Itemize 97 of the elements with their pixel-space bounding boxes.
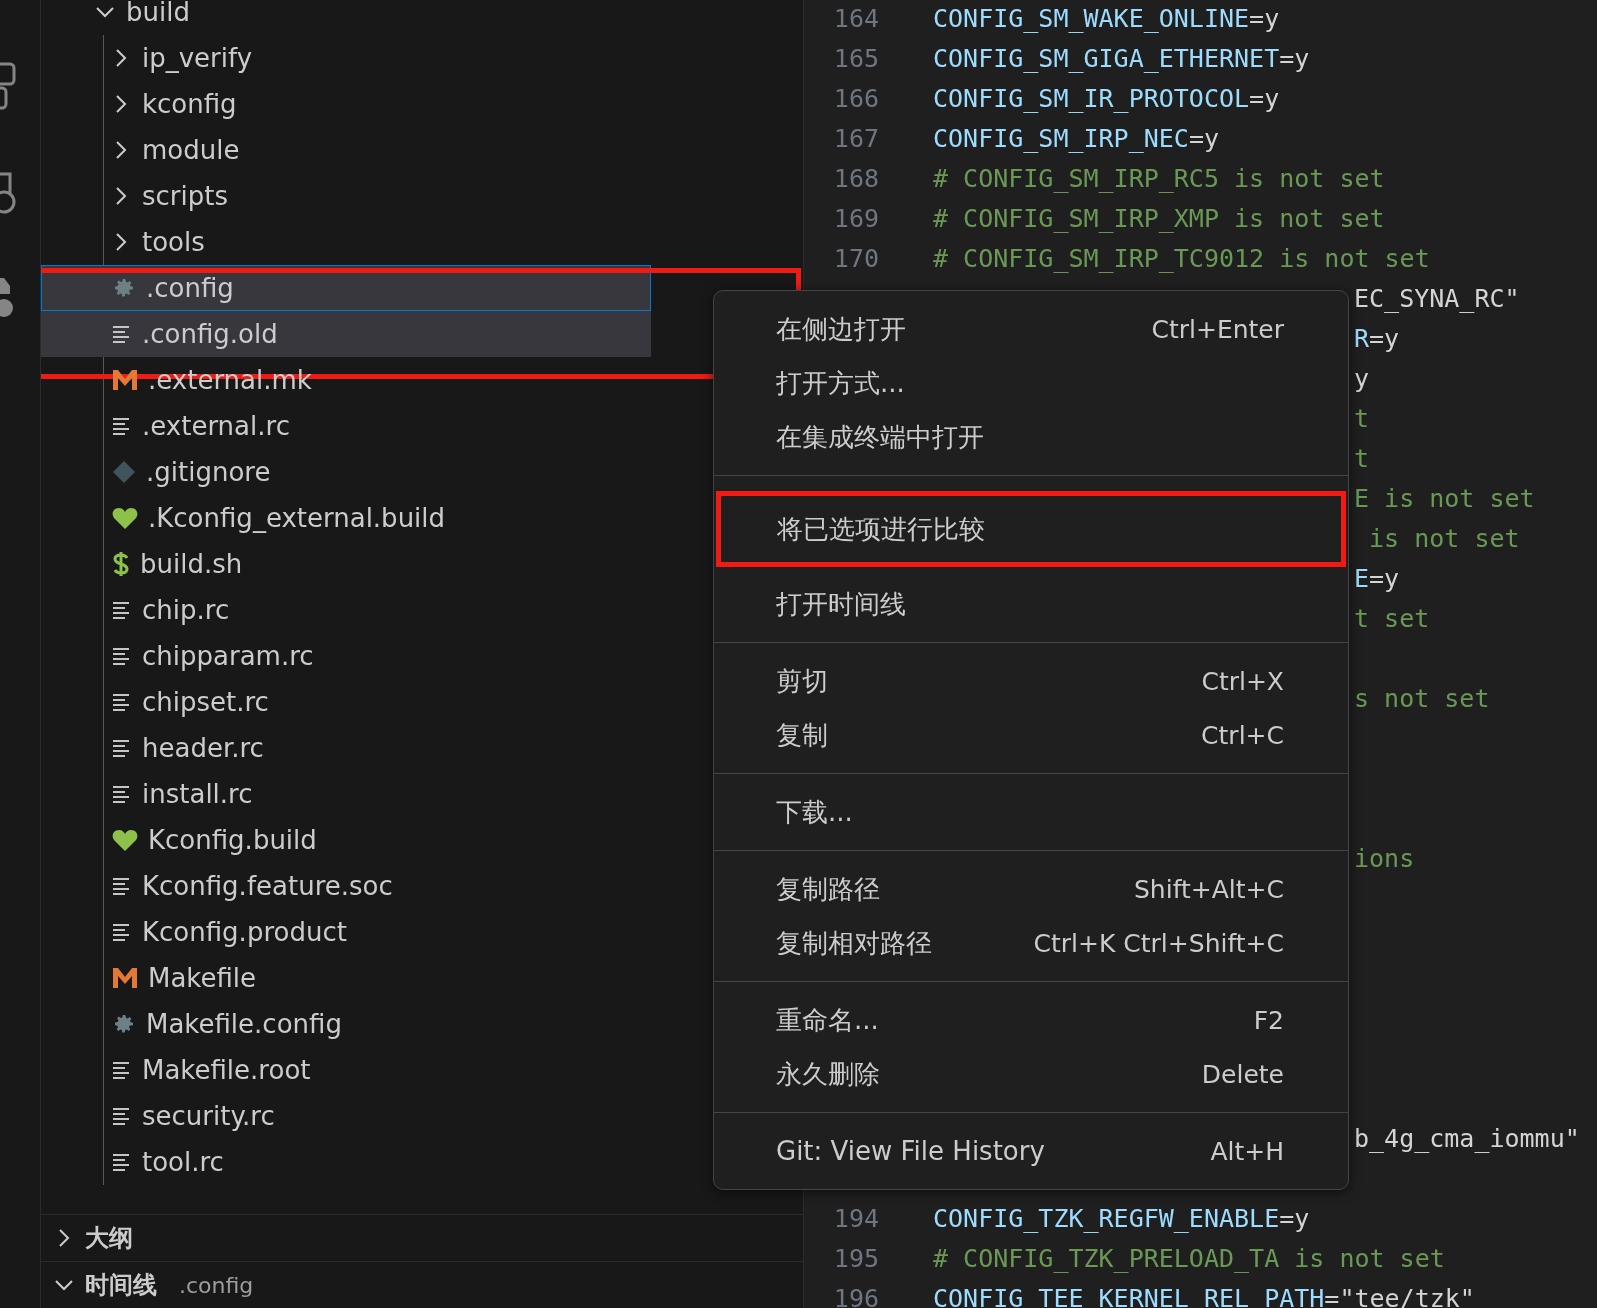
line-number: 195 xyxy=(832,1243,879,1273)
menu-item[interactable]: 在集成终端中打开 xyxy=(714,410,1348,464)
tree-item[interactable]: scripts xyxy=(41,173,651,219)
tree-item[interactable]: chip.rc xyxy=(41,587,651,633)
lines-icon xyxy=(112,1106,132,1126)
tree-item[interactable]: ip_verify xyxy=(41,35,651,81)
tree-item[interactable]: install.rc xyxy=(41,771,651,817)
code-line: # CONFIG_SM_IRP_XMP is not set xyxy=(933,203,1385,233)
tree-item[interactable]: tool.rc xyxy=(41,1139,651,1185)
tree-item[interactable]: chipparam.rc xyxy=(41,633,651,679)
tree-item[interactable]: .gitignore xyxy=(41,449,651,495)
lines-icon xyxy=(112,416,132,436)
tree-item[interactable]: Makefile.config xyxy=(41,1001,651,1047)
tree-item[interactable]: .Kconfig_external.build xyxy=(41,495,651,541)
heart-icon xyxy=(112,506,138,530)
panel-title: 大纲 xyxy=(85,1223,133,1254)
panel-description: .config xyxy=(179,1272,254,1298)
line-number: 168 xyxy=(832,163,879,193)
code-line: y xyxy=(1354,363,1370,393)
tree-item[interactable]: Makefile.root xyxy=(41,1047,651,1093)
line-number: 194 xyxy=(832,1203,879,1233)
m-letter-icon xyxy=(112,966,138,990)
tree-item[interactable]: module xyxy=(41,127,651,173)
code-line: CONFIG_SM_IR_PROTOCOL=y xyxy=(933,83,1280,113)
tree-item[interactable]: .config xyxy=(41,265,651,311)
files-icon[interactable] xyxy=(0,62,16,112)
lines-icon xyxy=(112,1152,132,1172)
code-line: R=y xyxy=(1354,323,1400,353)
heart-icon xyxy=(112,828,138,852)
code-line: CONFIG_SM_WAKE_ONLINE=y xyxy=(933,3,1280,33)
tree-item[interactable]: kconfig xyxy=(41,81,651,127)
code-line: b_4g_cma_iommu" xyxy=(1354,1123,1580,1153)
lines-icon xyxy=(112,922,132,942)
lines-icon xyxy=(112,1060,132,1080)
panel-header[interactable]: 大纲 xyxy=(41,1214,803,1261)
menu-item[interactable]: 下载... xyxy=(714,785,1348,839)
menu-item[interactable]: 复制路径 Shift+Alt+C xyxy=(714,862,1348,916)
menu-item[interactable]: 打开时间线 xyxy=(714,577,1348,631)
code-line: # CONFIG_SM_IRP_RC5 is not set xyxy=(933,163,1385,193)
menu-item[interactable]: 复制 Ctrl+C xyxy=(714,708,1348,762)
code-line: t set xyxy=(1354,603,1430,633)
tree-item[interactable]: Kconfig.product xyxy=(41,909,651,955)
code-line: E=y xyxy=(1354,563,1400,593)
code-line: CONFIG TEE KERNEL REL PATH="tee/tzk" xyxy=(933,1283,1475,1308)
code-line: EC_SYNA_RC" xyxy=(1354,283,1520,313)
tree-item[interactable]: build.sh xyxy=(41,541,651,587)
tree-item[interactable]: .config.old xyxy=(41,311,651,357)
gear-icon xyxy=(112,276,136,300)
lines-icon xyxy=(112,324,132,344)
dollar-icon xyxy=(112,551,130,577)
remote-icon[interactable] xyxy=(0,172,16,216)
code-line: # CONFIG_SM_IRP_TC9012 is not set xyxy=(933,243,1430,273)
tree-item[interactable]: Kconfig.feature.soc xyxy=(41,863,651,909)
code-line: t xyxy=(1354,443,1370,473)
lines-icon xyxy=(112,600,132,620)
lines-icon xyxy=(112,646,132,666)
code-line: # CONFIG_TZK_PRELOAD_TA is not set xyxy=(933,1243,1445,1273)
code-line: E is not set xyxy=(1354,483,1535,513)
diamond-icon xyxy=(112,460,136,484)
tree-item[interactable]: build xyxy=(41,0,714,35)
code-line: s not set xyxy=(1354,683,1490,713)
tree-item[interactable]: Kconfig.build xyxy=(41,817,651,863)
lines-icon xyxy=(112,876,132,896)
menu-item[interactable]: 复制相对路径 Ctrl+K Ctrl+Shift+C xyxy=(714,916,1348,970)
lines-icon xyxy=(112,738,132,758)
line-number: 169 xyxy=(832,203,879,233)
line-number: 196 xyxy=(832,1283,879,1308)
tree-item[interactable]: tools xyxy=(41,219,651,265)
lines-icon xyxy=(112,692,132,712)
menu-item[interactable]: 永久删除 Delete xyxy=(714,1047,1348,1101)
lines-icon xyxy=(112,784,132,804)
tree-item[interactable]: security.rc xyxy=(41,1093,651,1139)
line-number: 165 xyxy=(832,43,879,73)
code-line: CONFIG_SM_IRP_NEC=y xyxy=(933,123,1219,153)
panel-title: 时间线 xyxy=(85,1270,157,1301)
gear-icon xyxy=(112,1012,136,1036)
tree-item[interactable]: chipset.rc xyxy=(41,679,651,725)
m-letter-icon xyxy=(112,368,138,392)
tree-item[interactable]: header.rc xyxy=(41,725,651,771)
panel-header[interactable]: 时间线 .config xyxy=(41,1261,803,1308)
menu-item[interactable]: 打开方式... xyxy=(714,356,1348,410)
code-line: CONFIG_SM_GIGA_ETHERNET=y xyxy=(933,43,1310,73)
line-number: 167 xyxy=(832,123,879,153)
code-line: is not set xyxy=(1368,523,1520,553)
menu-item[interactable]: Git: View File History Alt+H xyxy=(714,1124,1348,1178)
menu-item[interactable]: 剪切 Ctrl+X xyxy=(714,654,1348,708)
code-line: ions xyxy=(1354,843,1415,873)
menu-item[interactable]: 重命名... F2 xyxy=(714,993,1348,1047)
menu-item[interactable]: 将已选项进行比较 xyxy=(716,491,1346,567)
line-number: 164 xyxy=(832,3,879,33)
tree-item[interactable]: .external.rc xyxy=(41,403,651,449)
line-number: 170 xyxy=(832,243,879,273)
code-line: t xyxy=(1354,403,1370,433)
menu-item[interactable]: 在侧边打开 Ctrl+Enter xyxy=(714,302,1348,356)
code-line: CONFIG_TZK_REGFW_ENABLE=y xyxy=(933,1203,1310,1233)
line-number: 166 xyxy=(832,83,879,113)
tree-item[interactable]: Makefile xyxy=(41,955,651,1001)
